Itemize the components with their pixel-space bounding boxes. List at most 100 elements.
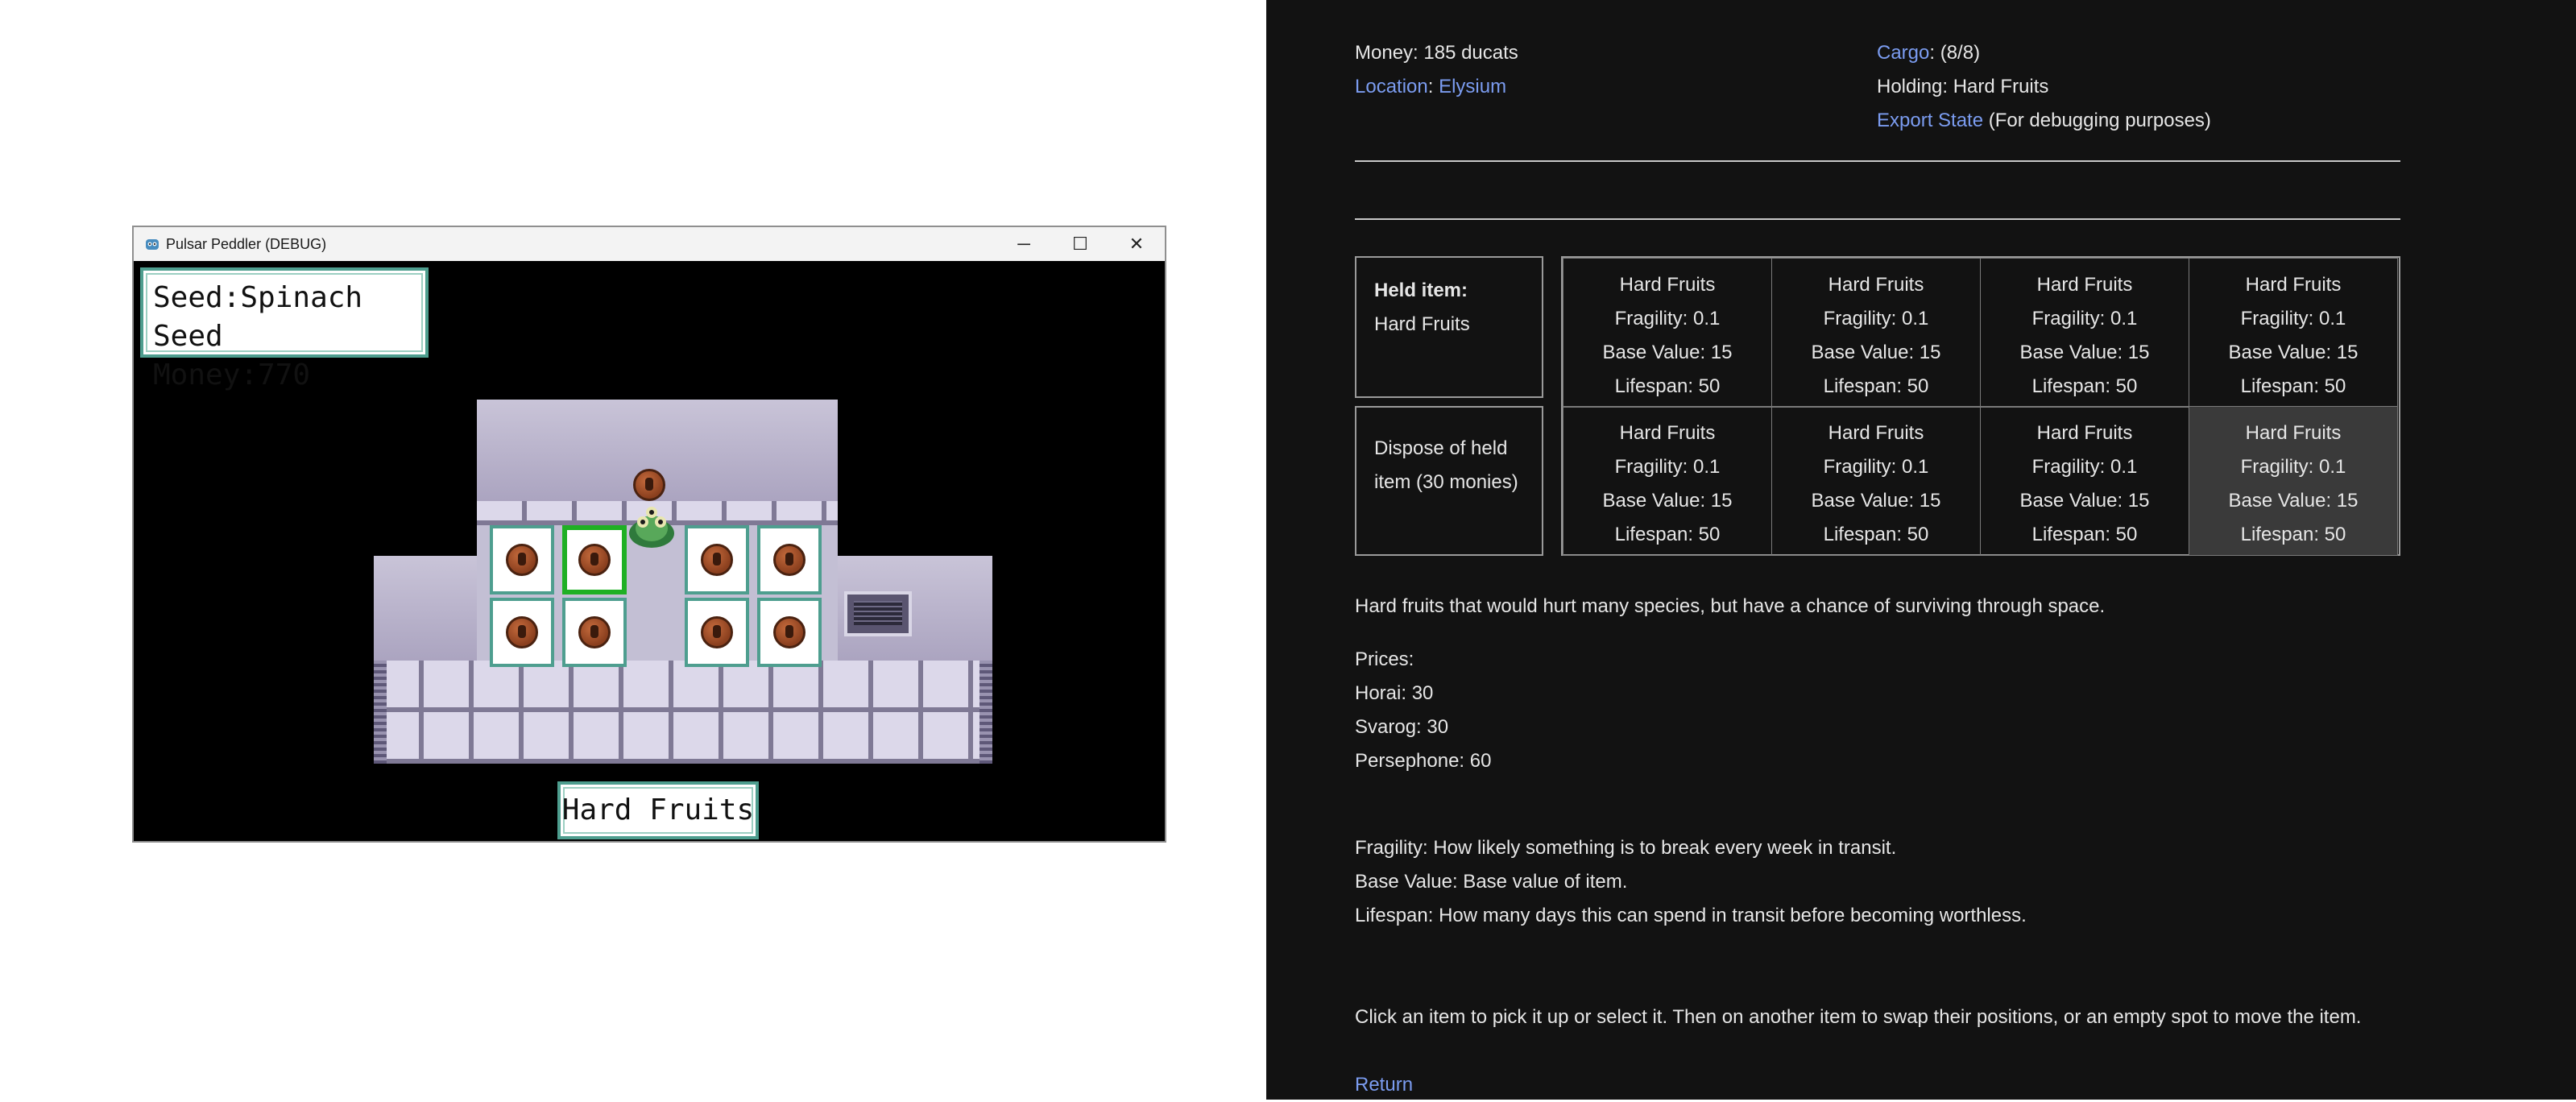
cargo-slot[interactable]	[757, 598, 822, 667]
cargo-cell-selected[interactable]: Hard Fruits Fragility: 0.1 Base Value: 1…	[2189, 406, 2398, 556]
dispose-label-line2: item (30 monies)	[1374, 471, 1518, 493]
item-name: Hard Fruits	[2036, 422, 2133, 444]
price-entry: Persephone: 60	[1355, 750, 1492, 772]
glossary-base-value: Base Value: Base value of item.	[1355, 871, 1628, 893]
price-entry: Svarog: 30	[1355, 716, 1449, 738]
dispose-button[interactable]: Dispose of held item (30 monies)	[1355, 406, 1543, 556]
item-name: Hard Fruits	[2245, 422, 2342, 444]
item-fragility: Fragility: 0.1	[1614, 308, 1721, 329]
seed-readout: Seed:Spinach Seed	[153, 281, 363, 353]
fruit-icon	[506, 616, 538, 648]
item-fragility: Fragility: 0.1	[1823, 456, 1929, 478]
location-link[interactable]: Location	[1355, 76, 1428, 97]
cargo-link[interactable]: Cargo	[1877, 42, 1929, 64]
cargo-cell[interactable]: Hard Fruits Fragility: 0.1 Base Value: 1…	[2189, 258, 2398, 408]
location-value-link[interactable]: Elysium	[1439, 76, 1506, 97]
divider	[1355, 218, 2400, 220]
fruit-icon	[578, 544, 611, 576]
export-line: Export State (For debugging purposes)	[1877, 104, 2211, 138]
cargo-cell[interactable]: Hard Fruits Fragility: 0.1 Base Value: 1…	[1563, 258, 1772, 408]
room-left-wing	[374, 556, 477, 661]
held-fruit-icon	[632, 467, 667, 503]
floor-edge-left	[374, 661, 387, 764]
item-fragility: Fragility: 0.1	[1823, 308, 1929, 329]
item-lifespan: Lifespan: 50	[1823, 375, 1929, 397]
cargo-cell[interactable]: Hard Fruits Fragility: 0.1 Base Value: 1…	[1771, 258, 1981, 408]
item-base-value: Base Value: 15	[1602, 342, 1733, 363]
held-item-heading: Held item:	[1374, 280, 1468, 301]
item-fragility: Fragility: 0.1	[2240, 308, 2346, 329]
item-base-value: Base Value: 15	[2228, 342, 2359, 363]
cargo-slot[interactable]	[685, 598, 749, 667]
location-line: Location: Elysium	[1355, 70, 1506, 104]
item-name: Hard Fruits	[1619, 422, 1716, 444]
item-base-value: Base Value: 15	[1602, 490, 1733, 512]
trade-console[interactable]	[844, 591, 912, 636]
item-lifespan: Lifespan: 50	[2031, 375, 2138, 397]
item-lifespan: Lifespan: 50	[2240, 524, 2346, 545]
cargo-cell[interactable]: Hard Fruits Fragility: 0.1 Base Value: 1…	[1980, 406, 2189, 556]
fruit-icon	[773, 616, 806, 648]
window-title: Pulsar Peddler (DEBUG)	[166, 236, 327, 252]
item-description: Hard fruits that would hurt many species…	[1355, 595, 2106, 617]
game-window: Pulsar Peddler (DEBUG) ─ ☐ ✕ Seed:Spinac…	[132, 226, 1166, 843]
fruit-icon	[633, 469, 665, 501]
trade-panel: Money: 185 ducats Location: Elysium Carg…	[1266, 0, 2576, 1100]
minimize-button[interactable]: ─	[996, 227, 1052, 261]
cargo-slot[interactable]	[490, 525, 554, 594]
item-name: Hard Fruits	[1828, 274, 1924, 296]
item-lifespan: Lifespan: 50	[2031, 524, 2138, 545]
money-display: Money: 185 ducats	[1355, 42, 1518, 64]
fruit-icon	[578, 616, 611, 648]
cargo-count: : (8/8)	[1929, 42, 1981, 64]
cargo-cell[interactable]: Hard Fruits Fragility: 0.1 Base Value: 1…	[1771, 406, 1981, 556]
fruit-icon	[506, 544, 538, 576]
cargo-cell[interactable]: Hard Fruits Fragility: 0.1 Base Value: 1…	[1980, 258, 2189, 408]
location-sep: :	[1427, 76, 1439, 97]
holding-line: Holding: Hard Fruits	[1877, 76, 2049, 97]
price-entry: Horai: 30	[1355, 682, 1434, 704]
fruit-icon	[701, 544, 733, 576]
item-base-value: Base Value: 15	[1811, 342, 1941, 363]
window-titlebar[interactable]: Pulsar Peddler (DEBUG) ─ ☐ ✕	[134, 227, 1165, 262]
cargo-slot[interactable]	[490, 598, 554, 667]
item-name: Hard Fruits	[1828, 422, 1924, 444]
glossary-lifespan: Lifespan: How many days this can spend i…	[1355, 905, 2027, 926]
item-name: Hard Fruits	[2036, 274, 2133, 296]
fruit-icon	[773, 544, 806, 576]
divider	[1355, 160, 2400, 162]
maximize-button[interactable]: ☐	[1052, 227, 1108, 261]
cargo-line: Cargo: (8/8)	[1877, 36, 1980, 70]
item-fragility: Fragility: 0.1	[2031, 308, 2138, 329]
cargo-slot[interactable]	[685, 525, 749, 594]
item-base-value: Base Value: 15	[2228, 490, 2359, 512]
held-item-name: Hard Fruits	[1374, 313, 1470, 335]
return-link[interactable]: Return	[1355, 1068, 1413, 1102]
prices-heading: Prices:	[1355, 648, 1414, 670]
instructions-text: Click an item to pick it up or select it…	[1355, 1006, 2362, 1028]
item-lifespan: Lifespan: 50	[1823, 524, 1929, 545]
godot-icon	[146, 239, 159, 250]
cargo-grid: Hard Fruits Fragility: 0.1 Base Value: 1…	[1561, 256, 2400, 556]
item-fragility: Fragility: 0.1	[2240, 456, 2346, 478]
export-note: (For debugging purposes)	[1983, 110, 2211, 131]
item-fragility: Fragility: 0.1	[2031, 456, 2138, 478]
floor-row	[374, 712, 992, 764]
held-item-box[interactable]: Held item: Hard Fruits	[1355, 256, 1543, 398]
held-item-label: Hard Fruits	[557, 781, 759, 839]
cargo-slot-selected[interactable]	[562, 525, 627, 594]
item-base-value: Base Value: 15	[2019, 490, 2150, 512]
export-state-link[interactable]: Export State	[1877, 110, 1983, 131]
floor-edge-right	[979, 661, 992, 764]
cargo-slot[interactable]	[562, 598, 627, 667]
player-sprite	[629, 507, 674, 548]
game-viewport[interactable]: Seed:Spinach Seed Money:770 Hard Fruits	[134, 261, 1165, 841]
item-fragility: Fragility: 0.1	[1614, 456, 1721, 478]
cargo-slot[interactable]	[757, 525, 822, 594]
item-name: Hard Fruits	[2245, 274, 2342, 296]
item-name: Hard Fruits	[1619, 274, 1716, 296]
close-button[interactable]: ✕	[1108, 227, 1165, 261]
item-base-value: Base Value: 15	[2019, 342, 2150, 363]
cargo-cell[interactable]: Hard Fruits Fragility: 0.1 Base Value: 1…	[1563, 406, 1772, 556]
hud-panel: Seed:Spinach Seed Money:770	[140, 267, 429, 392]
